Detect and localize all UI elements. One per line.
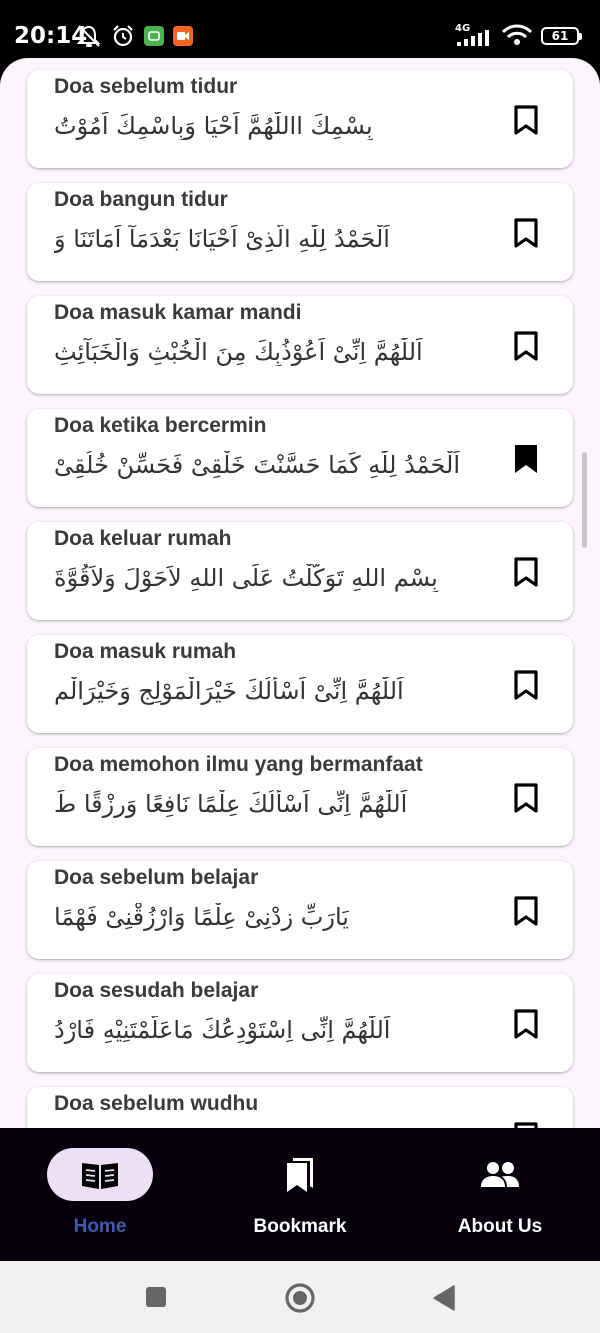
doa-card[interactable]: Doa keluar rumah بِسْمِ اللهِ تَوَكَّلْت… bbox=[27, 522, 573, 620]
doa-title: Doa memohon ilmu yang bermanfaat bbox=[54, 753, 423, 776]
bookmark-outline-icon[interactable] bbox=[513, 1121, 539, 1128]
home-button-icon[interactable] bbox=[284, 1282, 316, 1314]
doa-card[interactable]: Doa sebelum belajar يَارَبِّ زِدْنِىْ عِ… bbox=[27, 861, 573, 959]
doa-arabic-text: اَلْحَمْدُ لِلّٰهِ الَّذِىْ اَحْيَانَا ب… bbox=[54, 225, 390, 253]
people-icon bbox=[481, 1162, 519, 1187]
nav-label-about-us: About Us bbox=[457, 1216, 543, 1237]
back-button-icon[interactable] bbox=[432, 1285, 456, 1311]
bookmark-outline-icon[interactable] bbox=[513, 895, 539, 927]
bottom-navigation: Home Bookmark About Us bbox=[0, 1128, 600, 1261]
bookmark-filled-icon[interactable] bbox=[513, 443, 539, 475]
doa-arabic-text: بِسْمِ اللهِ تَوَكَّلْتُ عَلَى اللهِ لاَ… bbox=[54, 564, 438, 592]
bookmark-outline-icon[interactable] bbox=[513, 669, 539, 701]
doa-arabic-text: يَارَبِّ زِدْنِىْ عِلْمًا وَارْزُقْنِىْ … bbox=[54, 903, 349, 931]
doa-card[interactable]: Doa ketika bercermin اَلْحَمْدُ لِلّٰهِ … bbox=[27, 409, 573, 507]
orange-app-notification-icon bbox=[173, 26, 193, 46]
bookmark-outline-icon[interactable] bbox=[513, 1008, 539, 1040]
battery-indicator: 61 bbox=[541, 27, 582, 45]
doa-arabic-text: بِسْمِكَ االلّٰهُمَّ اَحْيَا وَبِاسْمِكَ… bbox=[54, 112, 373, 140]
bookmarks-icon bbox=[287, 1158, 313, 1192]
doa-arabic-text: اَللّٰهُمَّ اِنِّىْ اَعُوْذُبِكَ مِنَ ال… bbox=[54, 338, 423, 366]
doa-title: Doa ketika bercermin bbox=[54, 414, 267, 437]
bookmark-outline-icon[interactable] bbox=[513, 330, 539, 362]
wifi-icon bbox=[502, 24, 532, 45]
doa-list[interactable]: Doa sebelum tidur بِسْمِكَ االلّٰهُمَّ ا… bbox=[0, 58, 600, 1128]
doa-card[interactable]: Doa bangun tidur اَلْحَمْدُ لِلّٰهِ الَّ… bbox=[27, 183, 573, 281]
doa-arabic-text: اَللّٰهُمَّ اِنِّى اِسْتَوْدِعُكَ مَاعَل… bbox=[54, 1016, 391, 1044]
doa-title: Doa sebelum wudhu bbox=[54, 1092, 259, 1115]
nav-item-bookmark[interactable]: Bookmark bbox=[200, 1128, 400, 1261]
nav-item-about-us[interactable]: About Us bbox=[400, 1128, 600, 1261]
bookmark-outline-icon[interactable] bbox=[513, 217, 539, 249]
doa-card[interactable]: Doa masuk kamar mandi اَللّٰهُمَّ اِنِّى… bbox=[27, 296, 573, 394]
doa-arabic-text: اَللّٰهُمَّ اِنِّى اَسْأَلُكَ عِلْمًا نَ… bbox=[54, 790, 408, 818]
bookmark-outline-icon[interactable] bbox=[513, 782, 539, 814]
doa-title: Doa masuk rumah bbox=[54, 640, 237, 663]
doa-title: Doa bangun tidur bbox=[54, 188, 228, 211]
doa-card[interactable]: Doa masuk rumah اَللّٰهُمَّ اِنِّىْ اَسْ… bbox=[27, 635, 573, 733]
app-screen: 20:14 4G 61 Doa sebelum tidur بِسْمِكَ ا… bbox=[0, 0, 600, 1333]
doa-card[interactable]: Doa sebelum tidur بِسْمِكَ االلّٰهُمَّ ا… bbox=[27, 70, 573, 168]
green-app-notification-icon bbox=[144, 26, 164, 46]
alarm-clock-icon bbox=[113, 25, 133, 47]
doa-card[interactable]: Doa sebelum wudhu bbox=[27, 1087, 573, 1128]
nav-item-home[interactable]: Home bbox=[0, 1128, 200, 1261]
doa-title: Doa sebelum belajar bbox=[54, 866, 259, 889]
doa-arabic-text: اَلْحَمْدُ لِلّٰهِ كَمَا حَسَّنْتَ خَلْق… bbox=[54, 451, 461, 479]
bookmark-outline-icon[interactable] bbox=[513, 556, 539, 588]
nav-label-home: Home bbox=[73, 1216, 127, 1237]
nav-label-bookmark: Bookmark bbox=[253, 1216, 347, 1237]
book-open-icon bbox=[82, 1163, 118, 1189]
list-scrollbar[interactable] bbox=[582, 452, 587, 548]
status-bar: 20:14 4G 61 bbox=[0, 0, 600, 58]
doa-title: Doa sebelum tidur bbox=[54, 75, 238, 98]
doa-arabic-text: اَللّٰهُمَّ اِنِّىْ اَسْأَلُكَ خَيْرَالْ… bbox=[54, 677, 404, 705]
system-navigation-bar bbox=[0, 1261, 600, 1333]
recent-apps-icon[interactable] bbox=[145, 1286, 167, 1308]
doa-card[interactable]: Doa memohon ilmu yang bermanfaat اَللّٰه… bbox=[27, 748, 573, 846]
cellular-signal-icon bbox=[457, 30, 489, 46]
doa-title: Doa masuk kamar mandi bbox=[54, 301, 302, 324]
notification-muted-icon bbox=[76, 25, 101, 47]
doa-card[interactable]: Doa sesudah belajar اَللّٰهُمَّ اِنِّى ا… bbox=[27, 974, 573, 1072]
bookmark-outline-icon[interactable] bbox=[513, 104, 539, 136]
doa-title: Doa keluar rumah bbox=[54, 527, 232, 550]
doa-title: Doa sesudah belajar bbox=[54, 979, 259, 1002]
